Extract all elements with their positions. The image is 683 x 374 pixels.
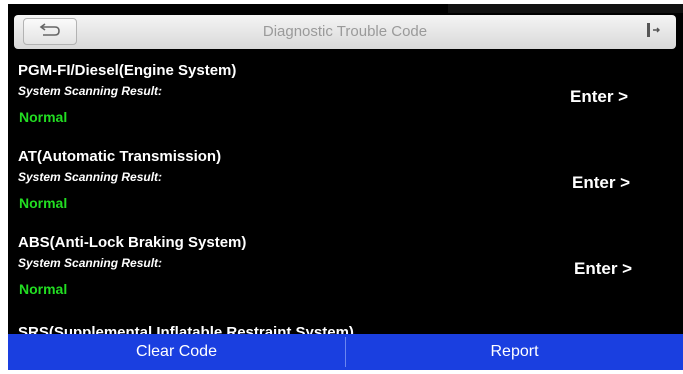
scan-result-label: System Scanning Result: xyxy=(18,84,163,98)
page-title: Diagnostic Trouble Code xyxy=(262,23,428,40)
scan-result-label: System Scanning Result: xyxy=(18,256,163,270)
system-name: PGM-FI/Diesel(Engine System) xyxy=(18,62,237,79)
system-row: AT(Automatic Transmission) System Scanni… xyxy=(18,148,668,232)
scan-status: Normal xyxy=(19,109,68,125)
scan-status: Normal xyxy=(19,195,68,211)
enter-button[interactable]: Enter > xyxy=(574,259,632,279)
status-bar xyxy=(448,4,683,13)
title-bar: Diagnostic Trouble Code xyxy=(14,15,676,49)
enter-button[interactable]: Enter > xyxy=(572,173,630,193)
exit-button[interactable] xyxy=(640,19,666,45)
system-row: ABS(Anti-Lock Braking System) System Sca… xyxy=(18,234,668,318)
enter-button[interactable]: Enter > xyxy=(570,87,628,107)
system-name: AT(Automatic Transmission) xyxy=(18,148,222,165)
clear-code-button[interactable]: Clear Code xyxy=(8,334,345,370)
exit-icon xyxy=(644,21,662,44)
device-display: Diagnostic Trouble Code PGM-FI/Diesel(En… xyxy=(8,4,683,370)
system-name: ABS(Anti-Lock Braking System) xyxy=(18,234,247,251)
report-button[interactable]: Report xyxy=(346,334,683,370)
system-row: PGM-FI/Diesel(Engine System) System Scan… xyxy=(18,62,668,146)
screen: Diagnostic Trouble Code PGM-FI/Diesel(En… xyxy=(0,0,683,374)
back-arrow-icon xyxy=(37,21,63,42)
back-button[interactable] xyxy=(23,18,77,45)
scan-status: Normal xyxy=(19,281,68,297)
bottom-action-bar: Clear Code Report xyxy=(8,334,683,370)
scan-result-label: System Scanning Result: xyxy=(18,170,163,184)
